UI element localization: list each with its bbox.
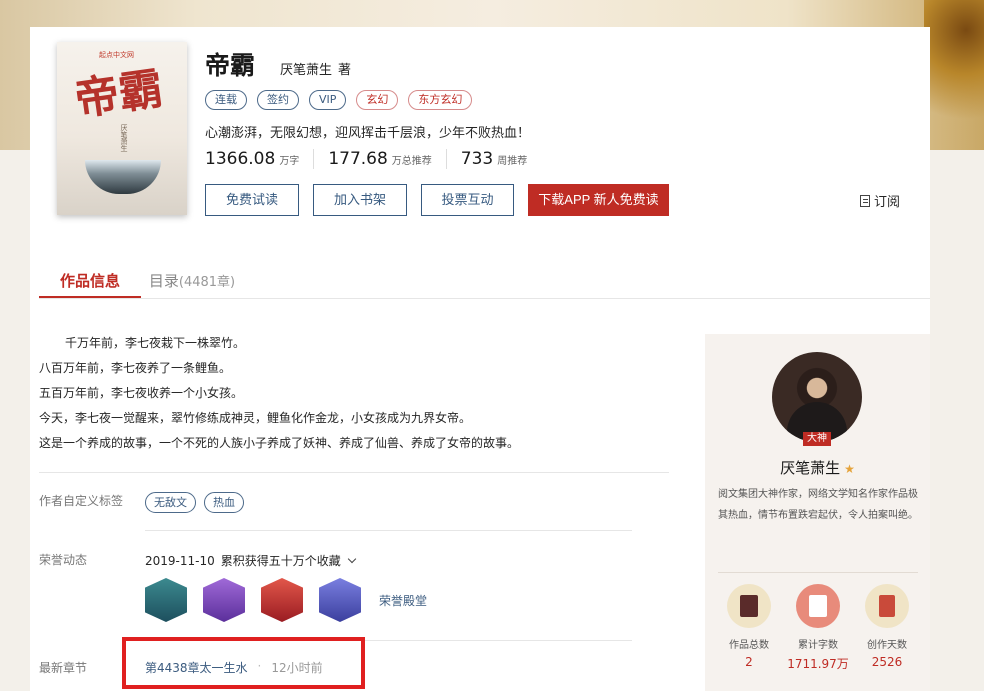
author-card-divider (718, 572, 918, 573)
book-detail-page: 起点中文网 帝霸 厌笔萧生 帝霸 厌笔萧生著 连载 签约 VIP 玄幻 东方玄幻… (30, 27, 930, 691)
banner-art (924, 0, 984, 150)
stat-value: 1366.08 (205, 149, 276, 169)
subscribe-label[interactable]: 订阅 (874, 191, 900, 210)
author-suffix: 著 (338, 63, 352, 78)
cover-brand: 起点中文网 (99, 51, 134, 59)
cover-title: 帝霸 (71, 63, 167, 126)
author-card: 大神 厌笔萧生 ★ 阅文集团大神作家，网络文学知名作家作品极其热血，情节布置跌宕起… (705, 334, 930, 691)
synopsis-line: 这是一个养成的故事，一个不死的人族小子养成了妖神、养成了仙兽、养成了女帝的故事。 (39, 436, 520, 450)
subscribe-link[interactable]: 订阅 (860, 191, 900, 210)
author-card-stats: 作品总数 2 累计字数 1711.97万 创作天数 2526 (718, 584, 918, 672)
custom-tags-label: 作者自定义标签 (39, 494, 124, 508)
honor-dropdown[interactable]: 2019-11-10 累积获得五十万个收藏 (145, 552, 357, 569)
author-stat-days: 创作天数 2526 (856, 584, 918, 672)
tag-category[interactable]: 玄幻 (356, 90, 399, 110)
book-icon (727, 584, 771, 628)
tab-bar: 作品信息 目录(4481章) (39, 267, 930, 299)
author-card-name[interactable]: 厌笔萧生 ★ (705, 457, 930, 478)
author-card-name-text[interactable]: 厌笔萧生 (780, 459, 840, 477)
stat-value: 177.68 (328, 149, 388, 169)
author-level-badge: 大神 (803, 432, 831, 446)
tab-book-info[interactable]: 作品信息 (39, 267, 141, 298)
vote-button[interactable]: 投票互动 (421, 184, 514, 216)
synopsis-line: 八百万年前，李七夜养了一条鲤鱼。 (39, 361, 232, 375)
document-icon (860, 194, 870, 207)
tab-label[interactable]: 作品信息 (60, 272, 120, 290)
author-stat-value: 2 (745, 655, 753, 669)
avatar[interactable] (772, 352, 862, 442)
section-divider (39, 472, 669, 473)
custom-tag[interactable]: 热血 (204, 492, 244, 513)
download-app-button[interactable]: 下载APP 新人免费读 (528, 184, 669, 216)
book-cover[interactable]: 起点中文网 帝霸 厌笔萧生 (57, 42, 187, 215)
add-to-shelf-button[interactable]: 加入书架 (313, 184, 407, 216)
book-intro: 心潮澎湃，无限幻想，迎风挥击千层浪，少年不败热血！ (205, 126, 531, 141)
stat-unit: 万字 (279, 156, 300, 167)
honor-badges: 荣誉殿堂 (145, 578, 427, 622)
section-divider (145, 530, 632, 531)
honor-label: 荣誉动态 (39, 553, 88, 567)
cup-icon (865, 584, 909, 628)
honor-badge-icon[interactable] (145, 578, 187, 622)
author-card-description: 阅文集团大神作家，网络文学知名作家作品极其热血，情节布置跌宕起伏，令人拍案叫绝。 (718, 489, 918, 521)
honor-badge-icon[interactable] (203, 578, 245, 622)
stat-unit: 周推荐 (497, 156, 528, 167)
author-stat-value: 1711.97万 (787, 657, 849, 671)
stat-weekly-recommend: 733 周推荐 (461, 149, 541, 169)
latest-chapter-time: 12小时前 (271, 661, 323, 675)
synopsis: 千万年前，李七夜栽下一株翠竹。 八百万年前，李七夜养了一条鲤鱼。 五百万年前，李… (39, 331, 669, 456)
latest-chapter-label: 最新章节 (39, 661, 88, 675)
cover-art (85, 160, 161, 194)
tag-subcategory[interactable]: 东方玄幻 (408, 90, 473, 110)
tab-catalog[interactable]: 目录(4481章) (141, 267, 243, 298)
book-title: 帝霸 (205, 51, 256, 80)
custom-tag-list: 无敌文 热血 (145, 492, 244, 513)
tag-signed: 签约 (257, 90, 299, 110)
author-stat-label: 作品总数 (729, 640, 769, 651)
book-tags: 连载 签约 VIP 玄幻 东方玄幻 (205, 90, 473, 110)
stat-total-recommend: 177.68 万总推荐 (328, 149, 447, 169)
honor-date: 2019-11-10 (145, 553, 215, 568)
author-stat-label: 创作天数 (867, 640, 907, 651)
honor-hall-link[interactable]: 荣誉殿堂 (379, 592, 427, 609)
synopsis-line: 今天，李七夜一觉醒来，翠竹修练成神灵，鲤鱼化作金龙，小女孩成为九界女帝。 (39, 411, 472, 425)
chevron-down-icon[interactable] (347, 554, 357, 564)
free-read-button[interactable]: 免费试读 (205, 184, 299, 216)
book-author[interactable]: 厌笔萧生著 (280, 59, 351, 78)
honor-badge-icon[interactable] (319, 578, 361, 622)
document-icon (796, 584, 840, 628)
stat-value: 733 (460, 149, 494, 169)
stat-word-count: 1366.08 万字 (205, 149, 315, 169)
custom-tag[interactable]: 无敌文 (145, 492, 196, 513)
tag-status: 连载 (205, 90, 247, 110)
author-stat-label: 累计字数 (798, 640, 838, 651)
tab-label[interactable]: 目录 (149, 272, 179, 290)
star-icon: ★ (844, 462, 855, 476)
honor-badge-icon[interactable] (261, 578, 303, 622)
tag-vip: VIP (309, 90, 347, 110)
latest-chapter: 第4438章太一生水 · 12小时前 (145, 659, 323, 676)
latest-chapter-link[interactable]: 第4438章太一生水 (145, 659, 248, 676)
author-stat-works: 作品总数 2 (718, 584, 780, 672)
author-stat-words: 累计字数 1711.97万 (787, 584, 849, 672)
synopsis-line: 千万年前，李七夜栽下一株翠竹。 (65, 336, 246, 350)
honor-text: 累积获得五十万个收藏 (220, 554, 341, 568)
author-name[interactable]: 厌笔萧生 (280, 63, 332, 78)
stat-unit: 万总推荐 (391, 156, 432, 167)
cover-author: 厌笔萧生 (120, 124, 128, 152)
action-buttons: 免费试读 加入书架 投票互动 下载APP 新人免费读 (205, 184, 669, 216)
book-stats: 1366.08 万字 177.68 万总推荐 733 周推荐 (205, 149, 555, 169)
tab-count: (4481章) (178, 275, 236, 290)
synopsis-line: 五百万年前，李七夜收养一个小女孩。 (39, 386, 244, 400)
author-stat-value: 2526 (871, 655, 903, 669)
separator: · (257, 659, 262, 673)
